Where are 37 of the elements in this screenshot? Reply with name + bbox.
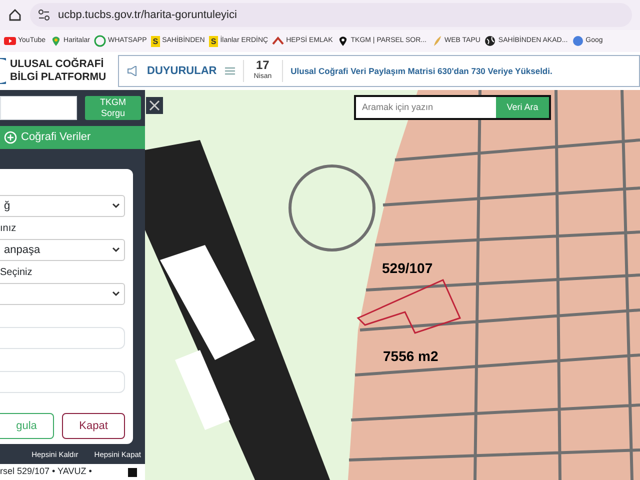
megaphone-icon — [127, 66, 140, 76]
ball-icon — [572, 35, 584, 47]
chevron-down-icon — [112, 291, 120, 298]
logo-arc-icon — [0, 58, 6, 84]
map-pin-icon — [336, 35, 349, 47]
input-field[interactable] — [0, 371, 125, 394]
chevron-down-icon — [112, 203, 120, 210]
close-button[interactable] — [146, 97, 163, 114]
field-label: Seçiniz — [0, 266, 34, 280]
announcement-link[interactable]: Ulusal Coğrafi Veri Paylaşım Matrisi 630'dan 730 Veriye Yükseldi. — [290, 64, 552, 78]
home-icon[interactable] — [8, 8, 22, 22]
close-icon — [149, 100, 160, 111]
globe-icon — [484, 35, 496, 47]
plus-circle-icon — [4, 130, 17, 144]
field-label: ınız — [0, 222, 18, 236]
logo-text: ULUSAL COĞRAFİ — [10, 58, 105, 71]
logo-text: BİLGİ PLATFORMU — [10, 71, 106, 84]
square-icon — [128, 468, 137, 477]
map-pin-icon — [50, 35, 62, 47]
announcement-title[interactable]: DUYURULAR — [147, 62, 217, 80]
result-item[interactable]: rsel 529/107 • YAVUZ • — [0, 464, 145, 480]
action-button[interactable]: Kapat — [62, 413, 126, 440]
date-day: 17 — [254, 60, 272, 71]
play-icon — [4, 35, 16, 47]
search-field[interactable] — [0, 96, 77, 120]
select-field[interactable]: anpaşa — [0, 239, 125, 262]
parcel-area-label: 7556 m2 — [383, 348, 438, 364]
select-field[interactable]: ğ — [0, 195, 125, 218]
site-settings-icon[interactable] — [38, 9, 50, 21]
chevron-down-icon — [112, 247, 120, 254]
letter-icon: S — [150, 36, 160, 46]
roof-icon — [272, 35, 284, 47]
select-field[interactable] — [0, 283, 125, 306]
parcel-number: 529/107 — [382, 260, 433, 276]
letter-icon: S — [208, 36, 218, 46]
input-field[interactable] — [0, 327, 125, 350]
url-field[interactable]: ucbp.tucbs.gov.tr/harita-goruntuleyici — [30, 3, 632, 27]
